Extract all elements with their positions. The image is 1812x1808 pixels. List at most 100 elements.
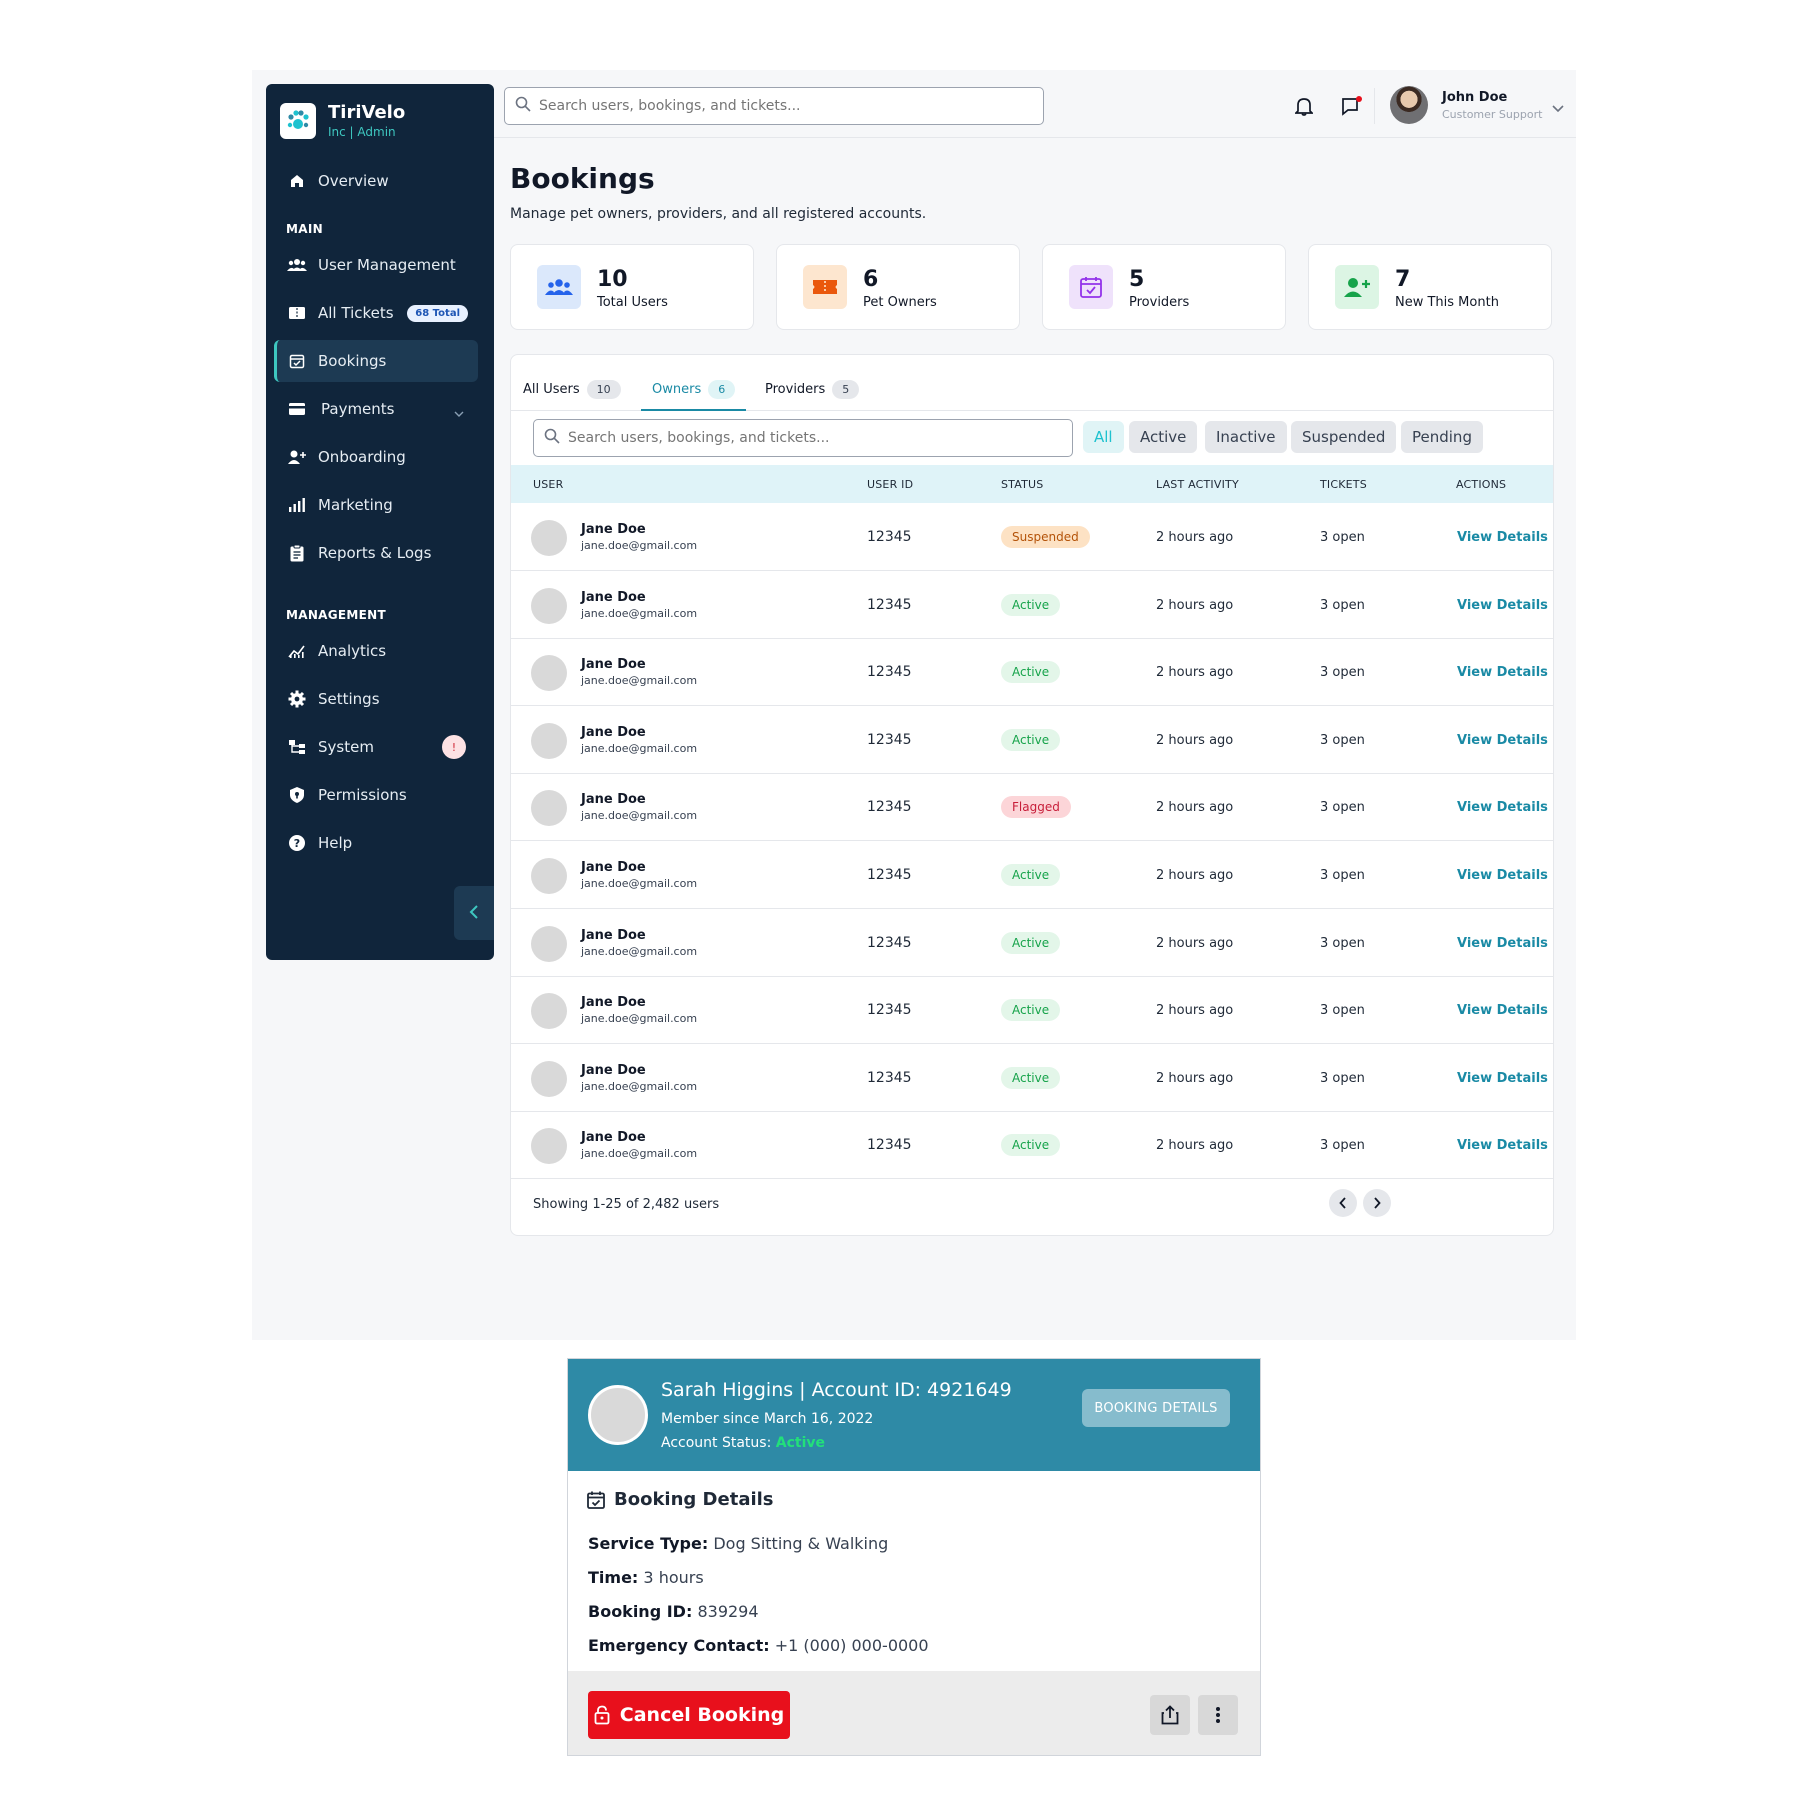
status-badge: Suspended bbox=[1001, 526, 1090, 548]
sidebar-item-permissions[interactable]: Permissions bbox=[274, 774, 478, 816]
sidebar-item-help[interactable]: ? Help bbox=[274, 822, 478, 864]
view-details-link[interactable]: View Details bbox=[1457, 800, 1548, 815]
chevron-left-icon bbox=[1339, 1194, 1347, 1213]
sidebar: TiriVelo Inc | Admin Overview MAIN User … bbox=[266, 84, 494, 960]
avatar bbox=[531, 858, 567, 894]
sidebar-item-reports-logs[interactable]: Reports & Logs bbox=[274, 532, 478, 574]
shield-icon bbox=[286, 786, 308, 804]
sidebar-item-all-tickets[interactable]: All Tickets 68 Total bbox=[274, 292, 478, 334]
sidebar-item-label: Bookings bbox=[318, 352, 387, 370]
avatar bbox=[531, 925, 567, 962]
user-plus-icon bbox=[1335, 265, 1379, 309]
global-search-input[interactable] bbox=[539, 98, 1019, 114]
sidebar-item-analytics[interactable]: Analytics bbox=[274, 630, 478, 672]
sidebar-item-system[interactable]: System ! bbox=[274, 726, 478, 768]
sidebar-item-bookings[interactable]: Bookings bbox=[274, 340, 478, 382]
sidebar-item-label: Settings bbox=[318, 690, 380, 708]
avatar bbox=[531, 993, 567, 1030]
table-row[interactable]: Jane Doe jane.doe@gmail.com 12345 Active 2 h… bbox=[511, 842, 1553, 909]
status-badge: Active bbox=[1001, 999, 1061, 1022]
chevron-down-icon[interactable] bbox=[1552, 98, 1564, 117]
sidebar-item-onboarding[interactable]: Onboarding bbox=[274, 436, 478, 478]
sidebar-item-user-management[interactable]: User Management bbox=[274, 244, 478, 286]
tab-label: Owners bbox=[652, 381, 702, 397]
prev-page-button[interactable] bbox=[1329, 1189, 1357, 1217]
user-id: 12345 bbox=[867, 799, 912, 816]
ticket-count: 3 open bbox=[1320, 530, 1365, 545]
filter-chip-suspended[interactable]: Suspended bbox=[1291, 421, 1397, 453]
last-activity: 2 hours ago bbox=[1156, 935, 1234, 951]
sidebar-item-settings[interactable]: Settings bbox=[274, 678, 478, 720]
column-header-actions[interactable]: ACTIONS bbox=[1456, 478, 1506, 491]
view-details-link[interactable]: View Details bbox=[1457, 530, 1548, 545]
column-header-user-id[interactable]: USER ID bbox=[867, 478, 913, 491]
table-row[interactable]: Jane Doe jane.doe@gmail.com 12345 Active 2 h… bbox=[511, 910, 1553, 977]
sidebar-item-overview[interactable]: Overview bbox=[274, 160, 478, 202]
user-name: John Doe bbox=[1442, 90, 1508, 105]
filter-chip-active[interactable]: Active bbox=[1129, 421, 1198, 453]
share-icon bbox=[1161, 1705, 1179, 1725]
user-avatar[interactable] bbox=[1390, 86, 1428, 124]
tab-providers[interactable]: Providers 5 bbox=[765, 373, 860, 405]
view-details-link[interactable]: View Details bbox=[1457, 936, 1548, 951]
credit-card-icon bbox=[286, 400, 308, 418]
avatar bbox=[531, 587, 567, 624]
column-header-tickets[interactable]: TICKETS bbox=[1320, 478, 1367, 491]
more-vertical-icon bbox=[1215, 1706, 1221, 1724]
brand[interactable]: TiriVelo Inc | Admin bbox=[280, 102, 405, 140]
table-search-input[interactable] bbox=[568, 430, 1048, 446]
table-row[interactable]: Jane Doe jane.doe@gmail.com 12345 Active 2 h… bbox=[511, 977, 1553, 1045]
view-details-link[interactable]: View Details bbox=[1457, 598, 1548, 613]
view-details-link[interactable]: View Details bbox=[1457, 1003, 1548, 1018]
column-header-last-activity[interactable]: LAST ACTIVITY bbox=[1156, 478, 1239, 491]
stat-label: Total Users bbox=[597, 295, 668, 310]
status-badge: Active bbox=[1001, 1066, 1061, 1089]
more-options-button[interactable] bbox=[1198, 1695, 1238, 1735]
column-header-user[interactable]: USER bbox=[533, 478, 563, 491]
filter-chip-pending[interactable]: Pending bbox=[1401, 421, 1483, 453]
cancel-booking-button[interactable]: Cancel Booking bbox=[588, 1691, 790, 1739]
table-row[interactable]: Jane Doe jane.doe@gmail.com 12345 Active 2 h… bbox=[511, 572, 1553, 639]
stat-label: Pet Owners bbox=[863, 295, 937, 310]
tab-all-users[interactable]: All Users 10 bbox=[523, 373, 621, 405]
share-button[interactable] bbox=[1150, 1695, 1190, 1735]
table-row[interactable]: Jane Doe jane.doe@gmail.com 12345 Active 2 h… bbox=[511, 1045, 1553, 1112]
message-icon[interactable] bbox=[1340, 94, 1364, 118]
column-header-status[interactable]: STATUS bbox=[1001, 478, 1043, 491]
tab-owners[interactable]: Owners 6 bbox=[652, 373, 736, 405]
user-email: jane.doe@gmail.com bbox=[581, 1012, 698, 1026]
sidebar-item-marketing[interactable]: Marketing bbox=[274, 484, 478, 526]
bell-icon[interactable] bbox=[1292, 94, 1316, 118]
chevron-down-icon[interactable] bbox=[454, 403, 464, 421]
system-alert-badge: ! bbox=[442, 735, 466, 759]
sidebar-item-label: Overview bbox=[318, 172, 389, 190]
view-details-link[interactable]: View Details bbox=[1457, 1071, 1548, 1086]
table-row[interactable]: Jane Doe jane.doe@gmail.com 12345 Active 2 h… bbox=[511, 639, 1553, 707]
table-row[interactable]: Jane Doe jane.doe@gmail.com 12345 Active 2 h… bbox=[511, 707, 1553, 774]
stat-card-pet-owners[interactable]: 6 Pet Owners bbox=[776, 244, 1020, 330]
collapse-sidebar-button[interactable] bbox=[454, 886, 494, 940]
view-details-link[interactable]: View Details bbox=[1457, 665, 1548, 680]
sidebar-item-label: Marketing bbox=[318, 496, 393, 514]
status-badge: Active bbox=[1001, 728, 1061, 751]
tab-count: 6 bbox=[708, 379, 736, 399]
global-search[interactable] bbox=[504, 87, 1044, 125]
filter-chip-inactive[interactable]: Inactive bbox=[1205, 421, 1287, 453]
sidebar-item-payments[interactable]: Payments bbox=[274, 388, 478, 430]
booking-details-button[interactable]: BOOKING DETAILS bbox=[1082, 1389, 1230, 1427]
table-row[interactable]: Jane Doe jane.doe@gmail.com 12345 Active 2 h… bbox=[511, 1112, 1553, 1180]
view-details-link[interactable]: View Details bbox=[1457, 868, 1548, 883]
user-name: Jane Doe bbox=[581, 657, 646, 673]
table-search[interactable] bbox=[533, 419, 1073, 457]
field-value: 3 hours bbox=[643, 1568, 704, 1587]
stat-card-providers[interactable]: 5 Providers bbox=[1042, 244, 1286, 330]
stat-card-new-this-month[interactable]: 7 New This Month bbox=[1308, 244, 1552, 330]
next-page-button[interactable] bbox=[1363, 1189, 1391, 1217]
view-details-link[interactable]: View Details bbox=[1457, 1138, 1548, 1153]
ticket-count: 3 open bbox=[1320, 1138, 1365, 1154]
table-row[interactable]: Jane Doe jane.doe@gmail.com 12345 Flagged 2 … bbox=[511, 774, 1553, 842]
stat-card-total-users[interactable]: 10 Total Users bbox=[510, 244, 754, 330]
view-details-link[interactable]: View Details bbox=[1457, 733, 1548, 748]
table-row[interactable]: Jane Doe jane.doe@gmail.com 12345 Suspended… bbox=[511, 504, 1553, 571]
filter-chip-all[interactable]: All bbox=[1083, 421, 1124, 453]
